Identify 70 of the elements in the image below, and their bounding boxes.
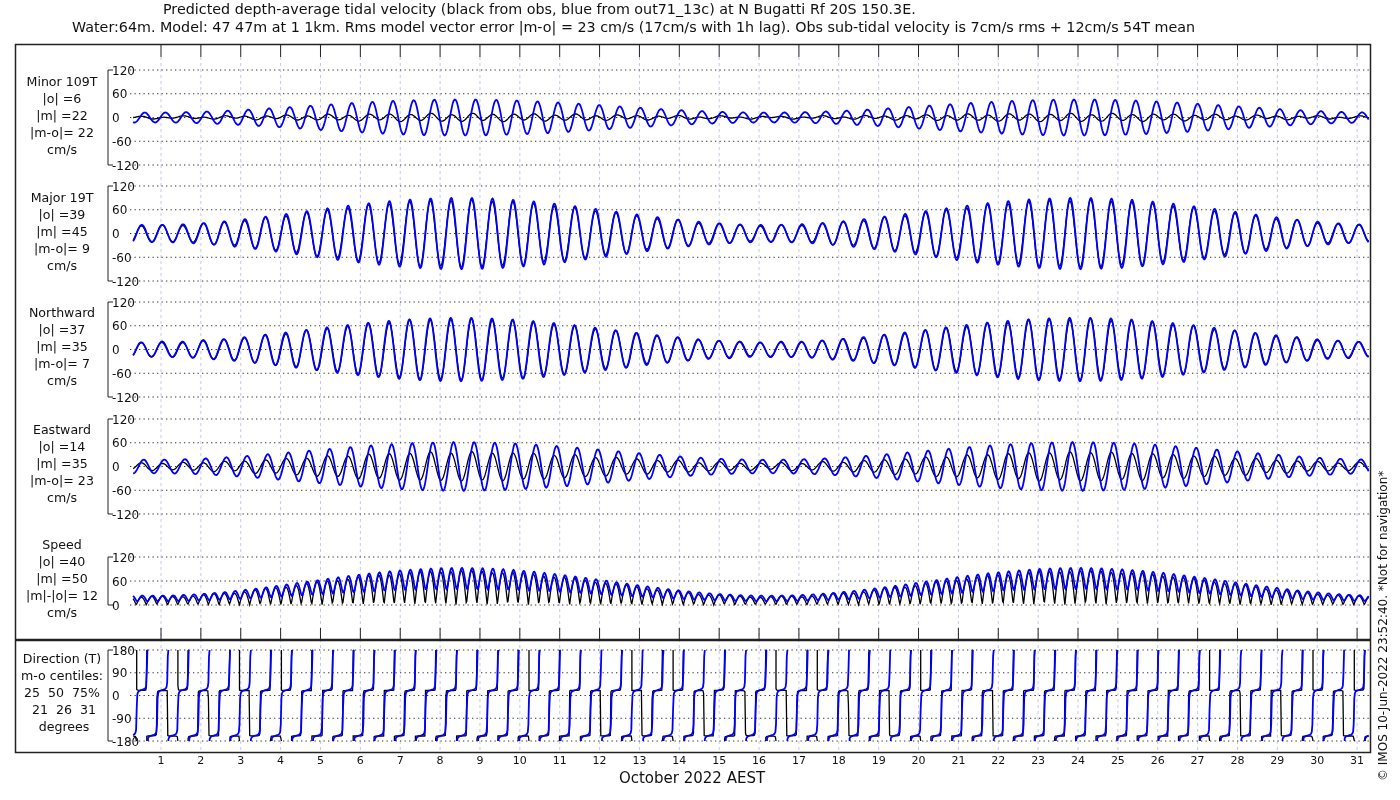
x-tick-label: 5 [317,754,324,767]
y-tick-label: 60 [112,203,128,218]
x-tick-label: 2 [197,754,205,767]
y-tick-label: 180 [112,643,135,658]
y-tick-label: -120 [112,274,140,289]
x-tick-label: 14 [672,754,687,767]
y-tick-label: 0 [112,343,120,357]
panel-label: Major 19T |o| =39 |m| =45 |m-o|= 9 cm/s [30,190,94,273]
y-tick-label: 90 [112,666,128,681]
panel-label: Northward |o| =37 |m| =35 |m-o|= 7 cm/s [28,305,96,388]
y-tick-label: 0 [112,689,120,703]
y-tick-label: -60 [112,250,132,265]
x-tick-label: 25 [1110,754,1125,767]
x-tick-label: 1 [157,754,165,767]
x-tick-label: 17 [791,754,806,767]
x-axis-title: October 2022 AEST [618,769,766,787]
y-tick-label: -180 [112,734,140,749]
x-tick-label: 30 [1310,754,1325,767]
y-tick-label: -60 [112,366,132,381]
x-tick-label: 12 [592,754,607,767]
y-tick-label: 120 [112,412,135,427]
panel-label: Direction (T) m-o centiles: 25 50 75% 21 26 31 degrees [21,651,103,734]
chart-title: Predicted depth-average tidal velocity (black from obs, blue from out71_13c) at N Bugatti Rf 20S 150.3E. [163,1,916,17]
x-tick-label: 10 [512,754,527,767]
y-tick-label: -120 [112,158,140,173]
x-tick-label: 13 [632,754,647,767]
chart-title: Water:64m. Model: 47 47m at 1 1km. Rms model vector error |m-o| = 23 cm/s (17cm/s with 1h lag). Obs sub-tidal velocity is 7cm/s rms + 12cm/s 54T mean [72,19,1196,35]
y-tick-label: 60 [112,87,128,102]
x-tick-label: 19 [871,754,886,767]
x-tick-label: 21 [951,754,966,767]
y-tick-label: 60 [112,319,128,334]
y-tick-label: 120 [112,295,135,310]
y-axis-line [107,556,114,606]
x-tick-label: 26 [1150,754,1165,767]
x-tick-label: 15 [712,754,727,767]
x-tick-label: 7 [396,754,404,767]
x-tick-label: 16 [752,754,767,767]
credit-text: © IMOS 10-Jun-2022 23:52:40. *Not for navigation* [1376,470,1390,781]
x-tick-label: 11 [552,754,567,767]
x-tick-label: 4 [277,754,285,767]
y-tick-label: 60 [112,574,128,589]
panel-label: Minor 109T |o| =6 |m| =22 |m-o|= 22 cm/s [26,74,98,157]
y-tick-label: -60 [112,483,132,498]
y-tick-label: 0 [112,227,120,241]
x-tick-label: 20 [911,754,926,767]
x-tick-label: 27 [1190,754,1205,767]
x-tick-label: 23 [1031,754,1046,767]
y-tick-label: -90 [112,711,132,726]
x-tick-label: 6 [356,754,364,767]
y-tick-label: 120 [112,550,135,565]
x-tick-label: 8 [436,754,444,767]
x-tick-label: 31 [1350,754,1365,767]
y-tick-label: 120 [112,63,135,78]
x-tick-label: 24 [1071,754,1085,767]
panel-label: Speed |o| =40 |m| =50 |m|-|o|= 12 cm/s [25,537,99,620]
x-tick-label: 28 [1230,754,1245,767]
y-tick-label: 60 [112,436,128,451]
x-tick-label: 18 [831,754,846,767]
x-tick-label: 22 [991,754,1006,767]
y-tick-label: -60 [112,134,132,149]
y-tick-label: 0 [112,111,120,125]
x-tick-label: 3 [237,754,245,767]
panel-label: Eastward |o| =14 |m| =35 |m-o|= 23 cm/s [30,422,94,505]
y-tick-label: -120 [112,390,140,405]
y-tick-label: -120 [112,507,140,522]
y-tick-label: 0 [112,460,120,474]
x-tick-label: 29 [1270,754,1285,767]
y-tick-label: 0 [112,598,120,613]
y-tick-label: 120 [112,179,135,194]
x-tick-label: 9 [476,754,484,767]
